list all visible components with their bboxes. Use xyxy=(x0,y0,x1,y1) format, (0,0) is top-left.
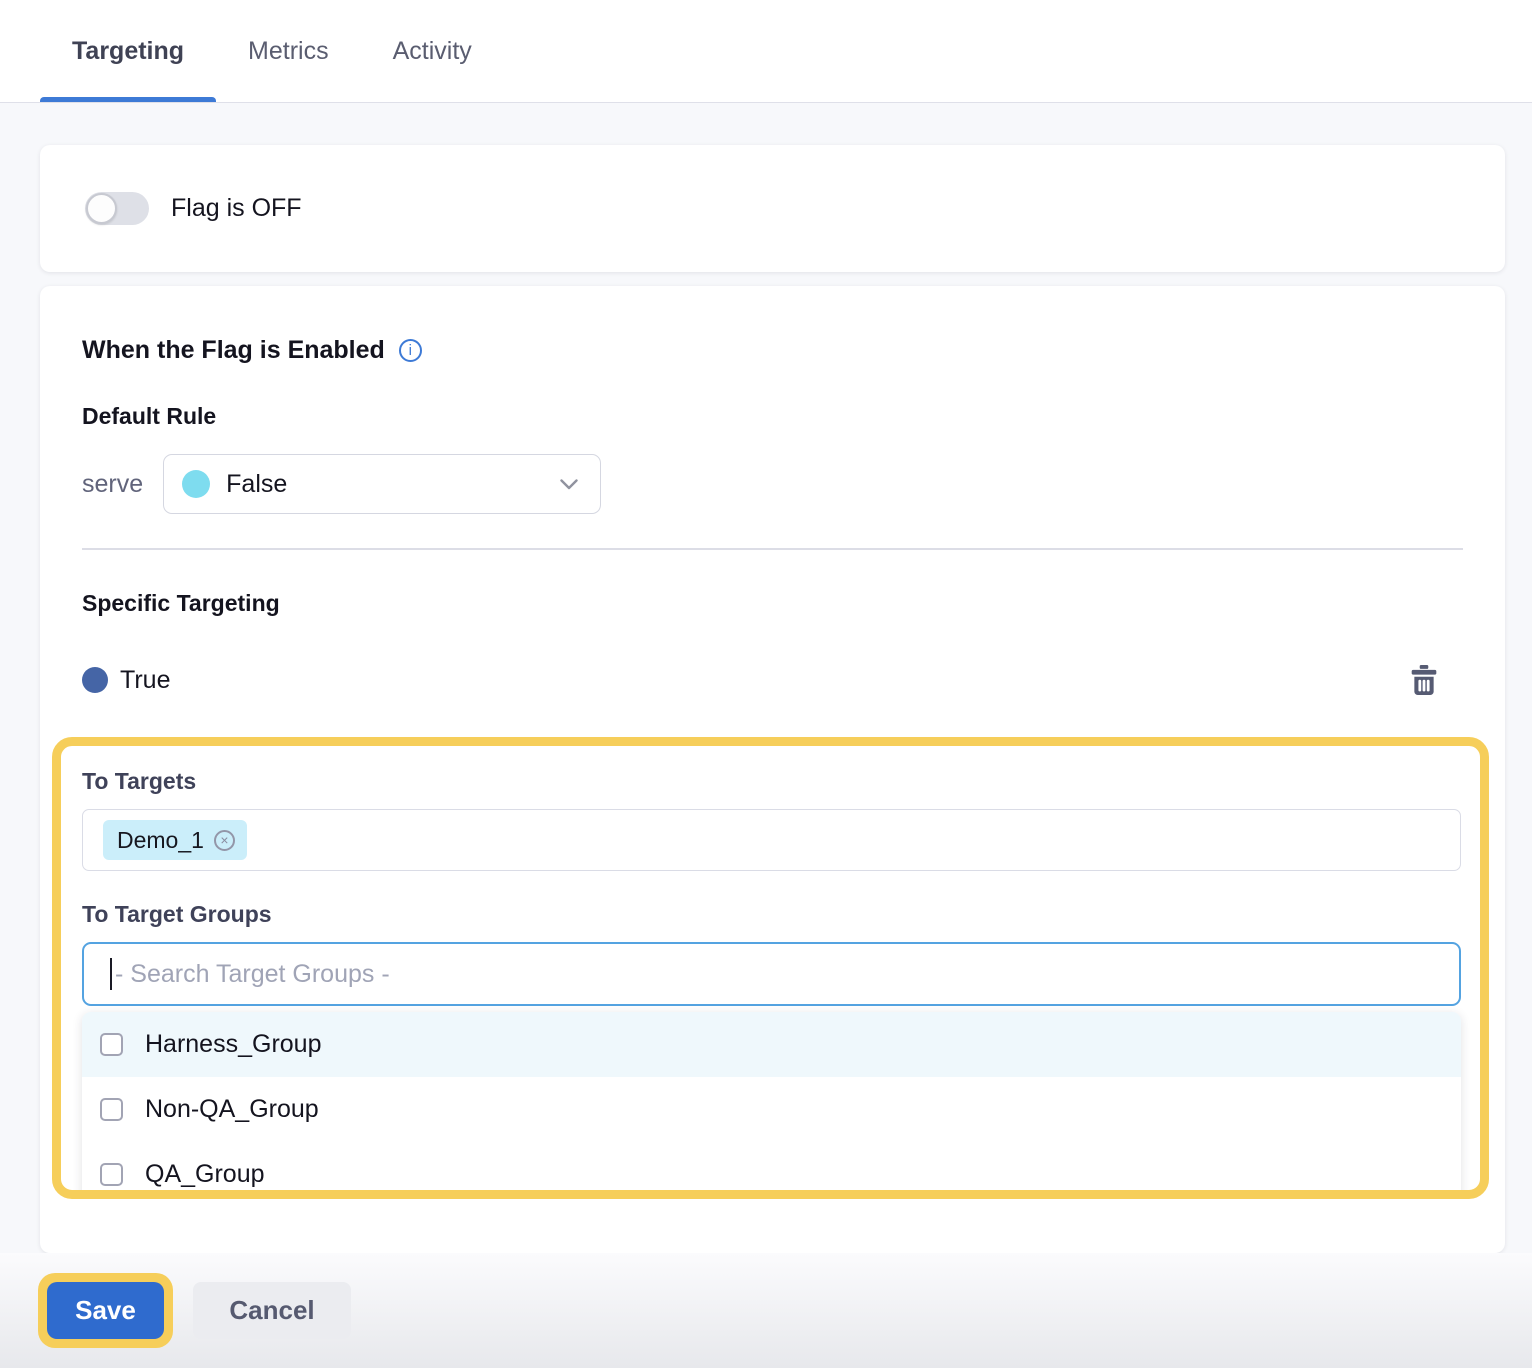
to-target-groups-label: To Target Groups xyxy=(82,901,1461,928)
actions-footer: Save Cancel xyxy=(0,1253,1532,1368)
option-non-qa-group[interactable]: Non-QA_Group xyxy=(82,1077,1461,1142)
selected-variation-value: False xyxy=(226,470,287,499)
checkbox-icon[interactable] xyxy=(100,1098,123,1121)
targeting-content: Flag is OFF When the Flag is Enabled i D… xyxy=(0,103,1532,1253)
flag-state-label: Flag is OFF xyxy=(171,194,302,223)
save-button[interactable]: Save xyxy=(47,1282,164,1339)
target-chip: Demo_1 × xyxy=(103,820,247,860)
enabled-section-title-row: When the Flag is Enabled i xyxy=(82,336,1463,365)
tab-targeting[interactable]: Targeting xyxy=(40,0,216,102)
targets-input[interactable]: Demo_1 × xyxy=(82,809,1461,871)
specific-targeting-heading: Specific Targeting xyxy=(82,590,1463,617)
default-rule-heading: Default Rule xyxy=(82,403,1463,430)
target-groups-dropdown: Harness_Group Non-QA_Group QA_Group xyxy=(82,1012,1461,1199)
delete-rule-button[interactable] xyxy=(1411,665,1437,695)
tab-metrics-label: Metrics xyxy=(248,37,329,66)
flag-toggle-switch[interactable] xyxy=(85,192,149,225)
default-variation-select[interactable]: False xyxy=(163,454,601,514)
option-harness-group[interactable]: Harness_Group xyxy=(82,1012,1461,1077)
option-qa-group[interactable]: QA_Group xyxy=(82,1142,1461,1199)
cancel-button[interactable]: Cancel xyxy=(193,1282,351,1339)
tab-activity[interactable]: Activity xyxy=(361,0,504,102)
enabled-section-title: When the Flag is Enabled xyxy=(82,336,385,365)
flag-rules-card: When the Flag is Enabled i Default Rule … xyxy=(40,286,1505,1253)
save-highlight-ring: Save xyxy=(38,1273,173,1348)
serve-label: serve xyxy=(82,470,143,499)
checkbox-icon[interactable] xyxy=(100,1163,123,1186)
target-groups-search-input[interactable]: - Search Target Groups - xyxy=(82,942,1461,1006)
flag-state-card: Flag is OFF xyxy=(40,145,1505,272)
variation-color-dot xyxy=(82,667,108,693)
true-variation-row: True xyxy=(82,665,1463,695)
section-divider xyxy=(82,548,1463,550)
active-tab-underline xyxy=(40,97,216,102)
text-cursor xyxy=(110,958,112,990)
variation-color-dot xyxy=(182,470,210,498)
tab-bar: Targeting Metrics Activity xyxy=(0,0,1532,103)
target-chip-label: Demo_1 xyxy=(117,827,204,854)
checkbox-icon[interactable] xyxy=(100,1033,123,1056)
tab-metrics[interactable]: Metrics xyxy=(216,0,361,102)
toggle-knob xyxy=(86,193,117,224)
tab-activity-label: Activity xyxy=(393,37,472,66)
search-placeholder: - Search Target Groups - xyxy=(115,960,390,989)
remove-target-icon[interactable]: × xyxy=(214,830,235,851)
info-icon[interactable]: i xyxy=(399,339,422,362)
tab-targeting-label: Targeting xyxy=(72,37,184,66)
default-rule-row: serve False xyxy=(82,454,1463,514)
to-targets-label: To Targets xyxy=(82,768,1461,795)
chevron-down-icon xyxy=(560,479,578,490)
targeting-variation-value: True xyxy=(120,666,170,695)
targeting-highlight-box: To Targets Demo_1 × To Target Groups - S… xyxy=(52,737,1489,1199)
trash-icon xyxy=(1411,665,1437,695)
